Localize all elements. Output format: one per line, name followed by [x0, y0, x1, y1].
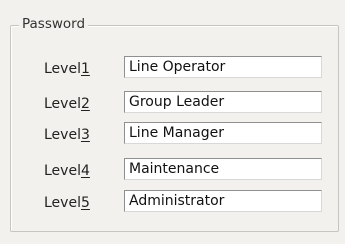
level-2-password-field[interactable] — [124, 91, 322, 113]
level-5-label-prefix: Level — [44, 195, 81, 211]
level-4-label-key: 4 — [80, 163, 90, 179]
level-2-label: Level2 — [44, 95, 90, 113]
level-3-label: Level3 — [44, 126, 90, 144]
level-1-label-key: 1 — [80, 61, 90, 77]
level-5-label-key: 5 — [80, 195, 90, 211]
level-2-label-prefix: Level — [44, 96, 81, 112]
level-1-row: Level1 — [0, 56, 345, 82]
level-5-row: Level5 — [0, 190, 345, 216]
password-settings-panel: Password Level1 Level2 Level3 Level4 Lev… — [0, 0, 345, 244]
level-4-row: Level4 — [0, 158, 345, 184]
level-2-label-key: 2 — [80, 96, 90, 112]
level-1-password-field[interactable] — [124, 56, 322, 78]
level-5-password-field[interactable] — [124, 190, 322, 212]
level-3-label-prefix: Level — [44, 127, 81, 143]
level-3-password-field[interactable] — [124, 122, 322, 144]
level-1-label: Level1 — [44, 60, 90, 78]
level-1-label-prefix: Level — [44, 61, 81, 77]
level-4-label-prefix: Level — [44, 163, 81, 179]
level-4-password-field[interactable] — [124, 158, 322, 180]
password-group-title: Password — [19, 15, 89, 33]
level-3-label-key: 3 — [80, 127, 90, 143]
level-2-row: Level2 — [0, 91, 345, 117]
level-4-label: Level4 — [44, 162, 90, 180]
level-5-label: Level5 — [44, 194, 90, 212]
level-3-row: Level3 — [0, 122, 345, 148]
